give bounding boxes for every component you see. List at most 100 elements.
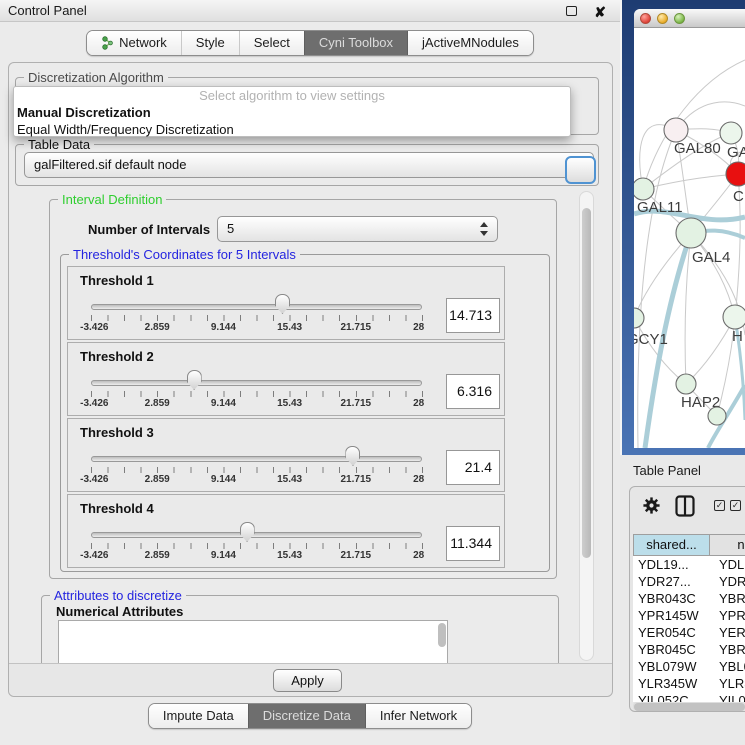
cell-shared-name[interactable]: YDR27... [633, 573, 710, 590]
cell-shared-name[interactable]: YDL19... [633, 556, 710, 573]
column-layout-icon[interactable] [675, 495, 695, 517]
slider-track[interactable] [91, 304, 422, 310]
cell-name[interactable]: YBR0 [710, 590, 745, 607]
algorithm-option-manual[interactable]: Manual Discretization [14, 104, 570, 121]
cell-name[interactable]: YER0 [710, 624, 745, 641]
zoom-traffic-light-icon[interactable] [674, 13, 685, 24]
threshold-value-field[interactable]: 6.316 [446, 374, 500, 409]
slider-track[interactable] [91, 380, 422, 386]
table-row[interactable]: YPR145W YPR1 [633, 607, 745, 624]
cell-name[interactable]: YLR3 [710, 675, 745, 692]
tab-infer-network[interactable]: Infer Network [365, 704, 471, 728]
scrollbar-thumb[interactable] [582, 208, 591, 558]
threshold-value-field[interactable]: 14.713 [446, 298, 500, 333]
column-header-shared-name[interactable]: shared... [633, 534, 710, 556]
network-view-frame: GAL80GACGAL11GAL4GCY1HHAP2 [622, 0, 745, 455]
number-of-intervals-value: 5 [227, 217, 234, 241]
cell-shared-name[interactable]: YBL079W [633, 658, 710, 675]
numerical-attributes-list[interactable] [58, 620, 448, 663]
table-horizontal-scrollbar[interactable] [633, 702, 745, 711]
network-node[interactable] [664, 118, 688, 142]
cell-shared-name[interactable]: YLR345W [633, 675, 710, 692]
checkbox-icon[interactable]: ✓ [730, 500, 741, 511]
table-row[interactable]: YBR045C YBR0 [633, 641, 745, 658]
slider-scale-labels: -3.426 2.859 9.144 15.43 21.715 28 [91, 550, 422, 562]
cell-name[interactable]: YDR2 [710, 573, 745, 590]
cell-name[interactable]: YPR1 [710, 607, 745, 624]
cell-name[interactable]: YDL1 [710, 556, 745, 573]
settings-scrollbar[interactable] [579, 191, 594, 661]
table-row[interactable]: YIL052C YIL0 [633, 692, 745, 702]
algorithm-dropdown-popup: Select algorithm to view settings Manual… [13, 86, 571, 137]
threshold-slider[interactable]: -3.426 2.859 9.144 15.43 21.715 28 [91, 419, 422, 493]
control-panel-titlebar: Control Panel ✘ [0, 0, 620, 22]
network-canvas[interactable]: GAL80GACGAL11GAL4GCY1HHAP2 [634, 28, 745, 448]
minimize-traffic-light-icon[interactable] [657, 13, 668, 24]
cell-shared-name[interactable]: YER054C [633, 624, 710, 641]
slider-track[interactable] [91, 532, 422, 538]
network-node[interactable] [723, 305, 745, 329]
slider-thumb[interactable] [275, 294, 290, 314]
float-window-icon[interactable] [566, 6, 577, 16]
tab-jactivemnodules[interactable]: jActiveMNodules [407, 31, 533, 55]
tab-select[interactable]: Select [239, 31, 304, 55]
table-row[interactable]: YBL079W YBL0 [633, 658, 745, 675]
table-panel: Table Panel ✓ ✓ shared... n [620, 455, 745, 745]
threshold-value-field[interactable]: 11.344 [446, 526, 500, 561]
threshold-slider[interactable]: -3.426 2.859 9.144 15.43 21.715 28 [91, 343, 422, 417]
cell-shared-name[interactable]: YBR045C [633, 641, 710, 658]
network-node[interactable] [708, 407, 726, 425]
slider-thumb[interactable] [187, 370, 202, 390]
apply-bar: Apply [9, 663, 612, 696]
slider-thumb[interactable] [345, 446, 360, 466]
interval-definition-title: Interval Definition [58, 192, 166, 207]
cell-name[interactable]: YBL0 [710, 658, 745, 675]
slider-thumb[interactable] [240, 522, 255, 542]
network-node[interactable] [676, 218, 706, 248]
tab-style[interactable]: Style [181, 31, 239, 55]
gear-icon[interactable] [642, 496, 661, 515]
slider-track[interactable] [91, 456, 422, 462]
close-icon[interactable]: ✘ [594, 1, 606, 23]
network-tab-icon [101, 36, 114, 50]
tab-cyni-toolbox[interactable]: Cyni Toolbox [304, 31, 407, 55]
apply-button[interactable]: Apply [273, 669, 342, 692]
number-of-intervals-label: Number of Intervals [88, 222, 210, 237]
table-row[interactable]: YDL19... YDL1 [633, 556, 745, 573]
bottom-tab-bar: Impute Data Discretize Data Infer Networ… [0, 703, 620, 729]
threshold-value-field[interactable]: 21.4 [446, 450, 500, 485]
numerical-attributes-label: Numerical Attributes [56, 604, 183, 619]
threshold-slider[interactable]: -3.426 2.859 9.144 15.43 21.715 28 [91, 267, 422, 341]
thresholds-title: Threshold's Coordinates for 5 Intervals [69, 247, 300, 262]
column-header-name[interactable]: n [710, 534, 745, 556]
threshold-panels: Threshold 1 -3.426 2.859 9.144 15.43 [67, 266, 505, 568]
tab-network[interactable]: Network [87, 31, 181, 55]
cell-shared-name[interactable]: YPR145W [633, 607, 710, 624]
scrollbar-thumb[interactable] [634, 703, 745, 711]
table-row[interactable]: YDR27... YDR2 [633, 573, 745, 590]
tab-impute-data[interactable]: Impute Data [149, 704, 248, 728]
table-row[interactable]: YBR043C YBR0 [633, 590, 745, 607]
cell-name[interactable]: YIL0 [710, 692, 745, 702]
network-node[interactable] [726, 162, 745, 186]
network-node[interactable] [720, 122, 742, 144]
attribute-list-scrollbar[interactable] [438, 623, 446, 647]
cell-shared-name[interactable]: YBR043C [633, 590, 710, 607]
network-node[interactable] [634, 308, 644, 328]
network-node[interactable] [634, 178, 654, 200]
table-body[interactable]: YDL19... YDL1 YDR27... YDR2 YBR043C YBR0… [633, 556, 745, 702]
number-of-intervals-combobox[interactable]: 5 [217, 216, 498, 242]
algorithm-combobox[interactable] [565, 156, 596, 184]
algorithm-option-equal-width[interactable]: Equal Width/Frequency Discretization [14, 121, 570, 138]
table-row[interactable]: YER054C YER0 [633, 624, 745, 641]
checkbox-icon[interactable]: ✓ [714, 500, 725, 511]
tab-discretize-data[interactable]: Discretize Data [248, 704, 365, 728]
cell-shared-name[interactable]: YIL052C [633, 692, 710, 702]
network-view-window: GAL80GACGAL11GAL4GCY1HHAP2 [634, 9, 745, 448]
table-row[interactable]: YLR345W YLR3 [633, 675, 745, 692]
cell-name[interactable]: YBR0 [710, 641, 745, 658]
table-data-combobox[interactable]: galFiltered.sif default node [24, 152, 594, 178]
close-traffic-light-icon[interactable] [640, 13, 651, 24]
threshold-slider[interactable]: -3.426 2.859 9.144 15.43 21.715 28 [91, 495, 422, 569]
network-node[interactable] [676, 374, 696, 394]
